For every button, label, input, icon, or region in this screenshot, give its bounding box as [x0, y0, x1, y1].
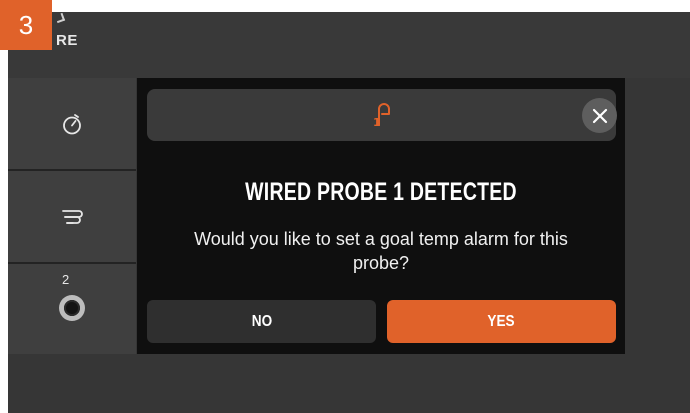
- no-button-label: NO: [251, 312, 272, 330]
- svg-text:1: 1: [373, 116, 381, 129]
- probe-detected-dialog: 1 WIRED PROBE 1 DETECTED Would you like …: [137, 78, 625, 354]
- close-icon: [592, 108, 607, 123]
- step-number-badge: 3: [0, 0, 52, 50]
- yes-button[interactable]: YES: [387, 300, 616, 343]
- probe-jack-icon: [59, 295, 85, 321]
- close-button[interactable]: [582, 98, 617, 133]
- timer-icon: [63, 113, 81, 134]
- header-logo-mark: [54, 12, 66, 24]
- dialog-message: Would you like to set a goal temp alarm …: [194, 229, 568, 273]
- sidebar-item-timer[interactable]: [8, 78, 136, 169]
- sidebar-item-smoke[interactable]: [8, 171, 136, 262]
- header-title: RE: [56, 32, 78, 49]
- probe-alarm-icon: 1: [373, 103, 390, 129]
- no-button[interactable]: NO: [147, 300, 376, 343]
- dialog-title: WIRED PROBE 1 DETECTED: [245, 178, 517, 206]
- header-bar: RE: [8, 12, 690, 78]
- probe-number-label: 2: [62, 272, 70, 287]
- dialog-header: 1: [147, 89, 617, 141]
- yes-button-label: YES: [487, 312, 516, 330]
- sidebar: 2: [8, 78, 136, 354]
- smoke-icon: [62, 209, 83, 224]
- sidebar-item-probe-2[interactable]: 2: [8, 264, 136, 354]
